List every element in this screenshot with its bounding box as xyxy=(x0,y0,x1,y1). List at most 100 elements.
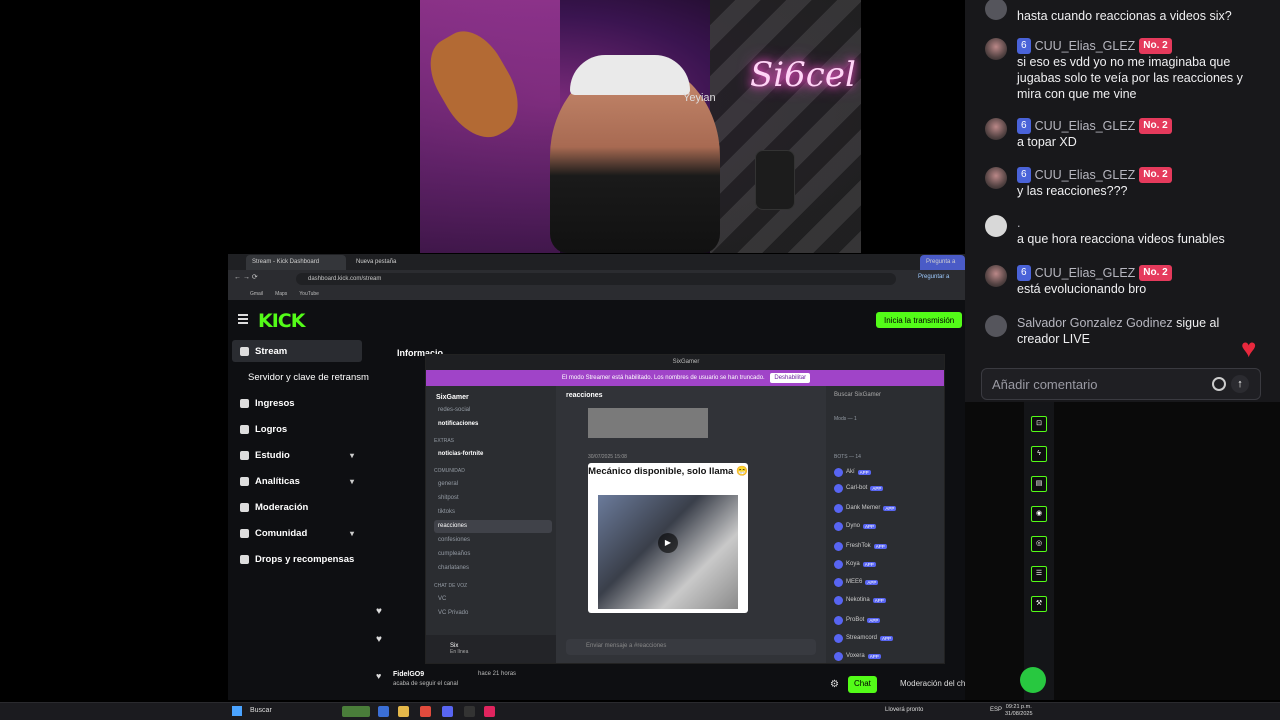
list-icon[interactable]: ☰ xyxy=(1031,566,1047,582)
channel-item[interactable]: noticias-fortnite xyxy=(434,448,552,461)
member-name: Nekotina xyxy=(846,597,870,603)
send-arrow-icon[interactable]: ↑ xyxy=(1231,375,1249,393)
nav-ingresos[interactable]: Ingresos xyxy=(232,392,362,414)
hamburger-menu-icon[interactable] xyxy=(238,314,248,324)
windows-start-icon[interactable] xyxy=(232,706,242,716)
server-name[interactable]: SixGamer xyxy=(436,394,469,401)
chat-bubble-icon[interactable]: ◉ xyxy=(1031,506,1047,522)
nav-analiticas[interactable]: Analíticas ▾ xyxy=(232,470,362,492)
tab-kick-dashboard[interactable]: Stream - Kick Dashboard xyxy=(246,255,346,270)
lightning-icon[interactable]: ϟ xyxy=(1031,446,1047,462)
category-label[interactable]: EXTRAS xyxy=(434,438,454,444)
nav-label: Stream xyxy=(255,345,288,357)
app-badge: APP xyxy=(870,485,884,491)
nav-moderacion[interactable]: Moderación xyxy=(232,496,362,518)
chat-button[interactable]: Chat xyxy=(848,676,877,693)
voice-channel[interactable]: VC xyxy=(434,593,552,606)
gear-icon[interactable]: ⚙ xyxy=(830,679,839,690)
member-item[interactable]: Akí APP xyxy=(834,466,944,478)
weather-widget[interactable]: Lloverá pronto xyxy=(885,707,923,713)
bookmark-youtube[interactable]: YouTube xyxy=(299,291,319,297)
member-avatar xyxy=(834,559,843,569)
discord-icon[interactable] xyxy=(442,706,453,717)
member-item[interactable]: Dank Memer APP xyxy=(834,502,944,514)
channel-item-active[interactable]: reacciones xyxy=(434,520,552,533)
microphone xyxy=(755,150,795,210)
member-item[interactable]: Carl-bot APP xyxy=(834,482,944,494)
kick-round-icon[interactable] xyxy=(1020,667,1046,693)
tab-new-tab[interactable]: Nueva pestaña xyxy=(350,255,450,270)
clock[interactable]: 09:21 p.m. 31/08/2025 xyxy=(1005,704,1033,718)
document-icon[interactable]: ▤ xyxy=(1031,476,1047,492)
member-item[interactable]: Voxera APP xyxy=(834,650,944,662)
nav-comunidad[interactable]: Comunidad ▾ xyxy=(232,522,362,544)
broadcast-icon[interactable]: ◎ xyxy=(1031,536,1047,552)
channel-item[interactable]: shitpost xyxy=(434,492,552,505)
kick-logo[interactable]: KICK xyxy=(258,310,305,332)
channel-item[interactable]: tiktoks xyxy=(434,506,552,519)
category-label[interactable]: CHAT DE VOZ xyxy=(434,583,467,589)
member-item[interactable]: Nekotina APP xyxy=(834,594,944,606)
widget-icon[interactable] xyxy=(342,706,370,717)
member-item[interactable]: MEE6 APP xyxy=(834,576,944,588)
chat-username[interactable]: CUU_Elias_GLEZ xyxy=(1035,167,1136,183)
chevron-down-icon: ▾ xyxy=(349,528,354,538)
chat-username[interactable]: CUU_Elias_GLEZ xyxy=(1035,265,1136,281)
message-input[interactable]: Enviar mensaje a #reacciones xyxy=(566,639,816,655)
chat-username[interactable]: CUU_Elias_GLEZ xyxy=(1035,118,1136,134)
disable-button[interactable]: Deshabilitar xyxy=(770,373,811,383)
address-bar[interactable]: dashboard.kick.com/stream xyxy=(296,273,896,285)
chat-username[interactable]: CUU_Elias_GLEZ xyxy=(1035,38,1136,54)
gift-icon xyxy=(240,554,249,564)
channel-item[interactable]: confesiones xyxy=(434,534,552,547)
taskbar-search[interactable]: Buscar xyxy=(250,707,272,714)
ask-button[interactable]: Preguntar a xyxy=(918,274,949,280)
search-input[interactable]: Buscar SixGamer xyxy=(834,392,938,404)
nav-server-key[interactable]: Servidor y clave de retransm xyxy=(232,366,372,388)
folder-icon[interactable] xyxy=(398,706,409,717)
app-icon[interactable] xyxy=(378,706,389,717)
channel-item[interactable]: general xyxy=(434,478,552,491)
language-indicator[interactable]: ESP xyxy=(990,707,1002,713)
user-avatar xyxy=(985,0,1007,20)
chevron-down-icon: ▾ xyxy=(349,450,354,460)
go-live-button[interactable]: Inicia la transmisión xyxy=(876,312,963,328)
member-avatar xyxy=(834,483,843,493)
bookmark-maps[interactable]: Maps xyxy=(275,291,287,297)
nav-arrows-icon[interactable]: ← → ⟳ xyxy=(234,273,258,281)
webcam-feed: Yeyian Si6cel xyxy=(420,0,861,253)
chat-message: 6 CUU_Elias_GLEZ No. 2 y las reacciones?… xyxy=(985,167,1265,199)
toolbar-icon[interactable]: ⊡ xyxy=(1031,416,1047,432)
voice-channel[interactable]: VC Privado xyxy=(434,607,552,620)
channel-item[interactable]: notificaciones xyxy=(434,418,552,431)
chat-username[interactable]: . xyxy=(1017,215,1020,231)
app-icon[interactable] xyxy=(484,706,495,717)
chat-username[interactable]: Salvador Gonzalez Godinez xyxy=(1017,316,1173,330)
app-badge: APP xyxy=(865,579,879,585)
bookmarks-bar: Gmail Maps YouTube xyxy=(228,288,965,300)
nav-estudio[interactable]: Estudio ▾ xyxy=(232,444,362,466)
member-item[interactable]: ProBot APP xyxy=(834,614,944,626)
obs-icon[interactable] xyxy=(464,706,475,717)
channel-item[interactable]: redes-social xyxy=(434,404,552,417)
chrome-icon[interactable] xyxy=(420,706,431,717)
channel-item[interactable]: charlatanes xyxy=(434,562,552,575)
member-item[interactable]: FreshTok APP xyxy=(834,540,944,552)
emoji-icon[interactable] xyxy=(1212,377,1226,391)
nav-logros[interactable]: Logros xyxy=(232,418,362,440)
channel-item[interactable]: cumpleaños xyxy=(434,548,552,561)
hammer-icon xyxy=(240,502,249,512)
video-attachment[interactable]: Mecánico disponible, solo llama 😁 ▶ xyxy=(588,463,748,613)
feed-username[interactable]: FidelGO9 xyxy=(393,671,424,678)
bookmark-gmail[interactable]: Gmail xyxy=(250,291,263,297)
member-item[interactable]: Koya APP xyxy=(834,558,944,570)
member-item[interactable]: Streamcord APP xyxy=(834,632,944,644)
previous-image[interactable] xyxy=(588,408,708,438)
play-icon[interactable]: ▶ xyxy=(658,533,678,553)
wrench-icon[interactable]: ⚒ xyxy=(1031,596,1047,612)
nav-stream[interactable]: Stream xyxy=(232,340,362,362)
member-item[interactable]: Dyno APP xyxy=(834,520,944,532)
category-label[interactable]: COMUNIDAD xyxy=(434,468,465,474)
tab-ask[interactable]: Pregunta a xyxy=(920,255,965,270)
nav-drops[interactable]: Drops y recompensas xyxy=(232,548,362,570)
